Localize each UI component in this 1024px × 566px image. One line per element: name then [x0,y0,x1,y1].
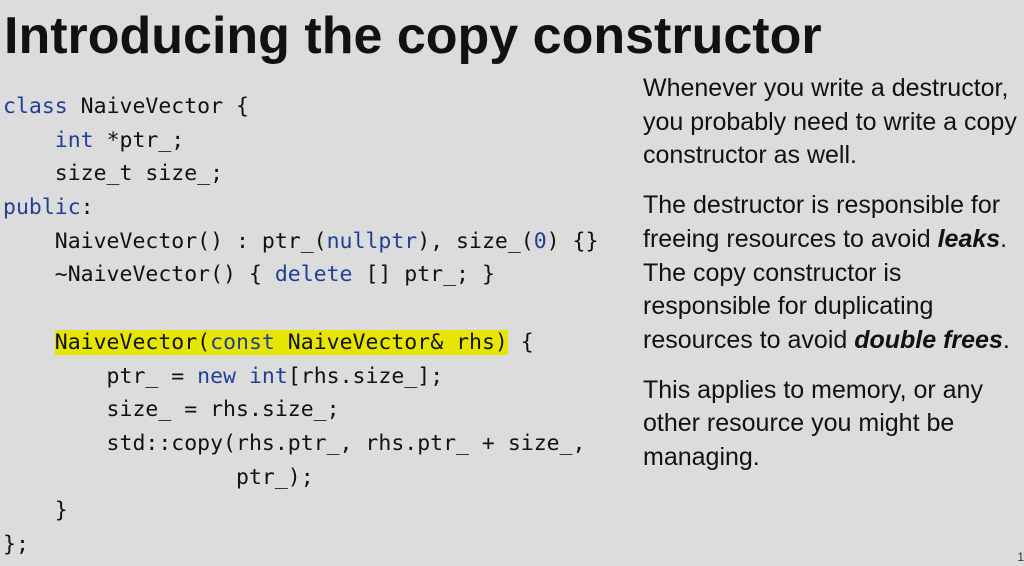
text: . [1002,325,1010,354]
code-text: ~NaiveVector() { [3,262,275,288]
code-text: } [3,498,68,524]
keyword: int [248,363,288,389]
code-line: std::copy(rhs.ptr_, rhs.ptr_ + size_, [3,427,598,461]
code-line: class NaiveVector { [3,90,598,124]
code-text: NaiveVector { [67,94,249,119]
code-line: }; [3,528,598,562]
keyword: delete [274,262,353,288]
code-text: ptr_); [3,464,314,490]
keyword: public [3,195,81,221]
code-text: [rhs.size_]; [287,363,444,389]
paragraph-resources: This applies to memory, or any other res… [643,375,983,472]
code-line: ptr_); [3,461,598,495]
code-text: NaiveVector& rhs) [274,329,508,355]
code-line: public: [3,191,598,225]
keyword: new [197,363,237,389]
number-literal: 0 [533,228,547,254]
emphasis-leaks: leaks [937,224,1001,253]
code-line: int *ptr_; [3,124,598,158]
slide-title: Introducing the copy constructor [4,7,822,65]
code-line: size_ = rhs.size_; [3,393,598,427]
code-text: ) {} [546,228,599,254]
code-block: class NaiveVector { int *ptr_; size_t si… [3,90,598,562]
code-text: [] ptr_; } [352,262,495,288]
code-text: NaiveVector() : ptr_( [3,228,327,254]
code-line: ~NaiveVector() { delete [] ptr_; } [3,258,598,292]
code-line: ptr_ = new int[rhs.size_]; [3,360,598,394]
explanation-text: Whenever you write a destructor, you pro… [643,72,1021,491]
emphasis-double-frees: double frees [854,325,1003,354]
paragraph-destructor-rule: Whenever you write a destructor, you pro… [643,74,1017,170]
code-text: *ptr_; [93,127,185,153]
code-text: : [80,195,94,221]
highlighted-signature: NaiveVector(const NaiveVector& rhs) [54,329,508,355]
code-text: size_t size_; [3,161,224,187]
slide: Introducing the copy constructor class N… [0,0,1024,566]
code-line: } [3,494,598,528]
code-line: NaiveVector(const NaiveVector& rhs) { [3,326,598,360]
code-text: size_ = rhs.size_; [3,397,340,423]
keyword: int [54,127,94,153]
paragraph-responsibilities: The destructor is responsible for freein… [643,189,1021,358]
page-number: 1 [1017,550,1024,564]
code-line: NaiveVector() : ptr_(nullptr), size_(0) … [3,225,599,259]
code-text: std::copy(rhs.ptr_, rhs.ptr_ + size_, [3,430,586,456]
code-line: size_t size_; [3,157,598,191]
code-text: ptr_ = [3,363,198,389]
code-text: }; [3,531,29,557]
keyword: const [210,329,275,355]
code-text: NaiveVector( [54,329,211,355]
keyword: nullptr [326,228,418,254]
keyword: class [3,94,68,119]
code-text: ), size_( [417,228,534,254]
code-text: { [507,329,534,355]
